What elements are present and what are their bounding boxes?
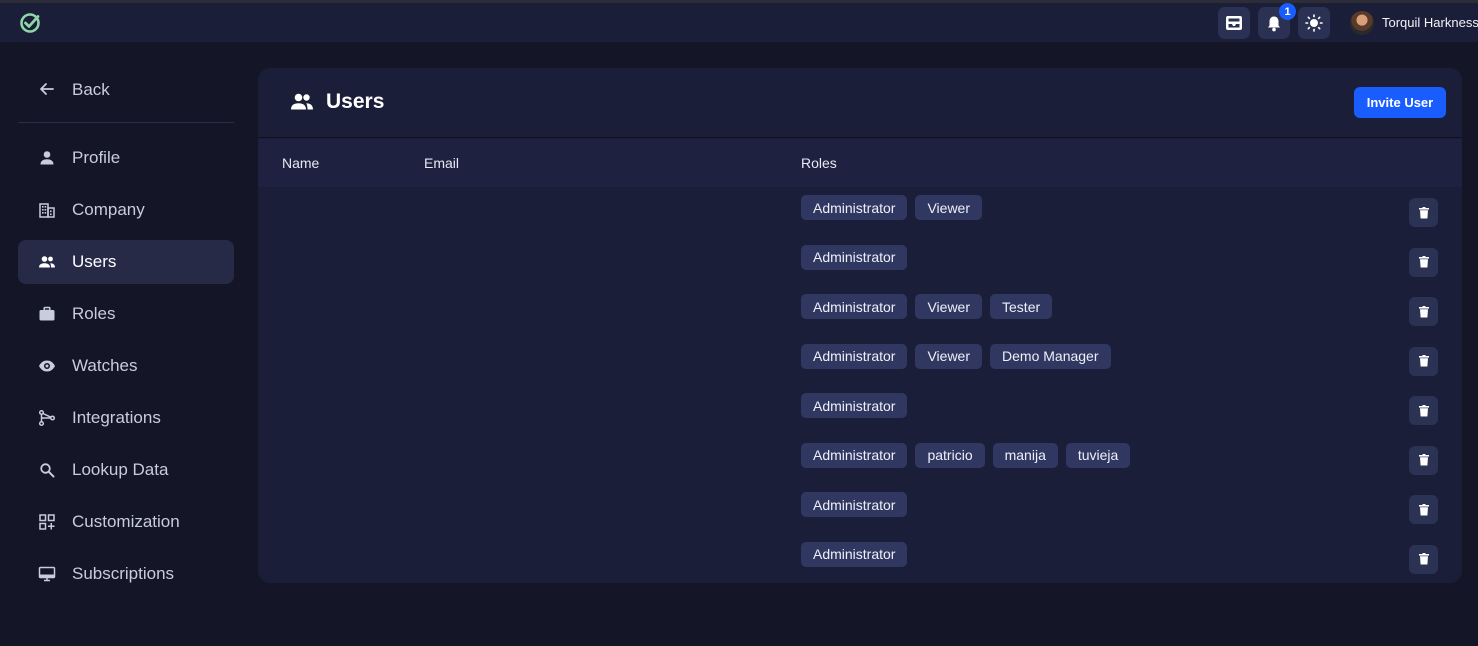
theme-toggle-button[interactable]: [1298, 7, 1330, 39]
sidebar-item-label: Integrations: [72, 408, 161, 427]
table-row: Administrator patricio manija tuvieja: [258, 435, 1462, 484]
person-icon: [40, 151, 54, 165]
sidebar-item-label: Watches: [72, 356, 138, 375]
roles-cell: Administrator: [801, 492, 908, 517]
trash-icon: [1418, 256, 1429, 268]
table-header: Name Email Roles: [258, 139, 1462, 187]
sidebar-item-company[interactable]: Company: [18, 188, 234, 232]
table-row: Administrator Viewer: [258, 187, 1462, 236]
sun-icon: [1305, 14, 1323, 32]
integrations-icon: [38, 409, 56, 427]
table-row: Administrator: [258, 484, 1462, 533]
role-chip: Viewer: [915, 195, 983, 220]
trash-icon: [1418, 206, 1429, 219]
sidebar-item-users[interactable]: Users: [18, 240, 234, 284]
sidebar-item-label: Lookup Data: [72, 460, 169, 479]
users-card: Users Invite User Name Email Roles Admin…: [258, 68, 1462, 583]
table-row: Administrator Viewer Tester: [258, 286, 1462, 335]
sidebar-item-label: Subscriptions: [72, 564, 175, 583]
roles-cell: Administrator Viewer: [801, 195, 983, 220]
trash-icon: [1418, 404, 1429, 417]
delete-user-button[interactable]: [1409, 396, 1438, 425]
sidebar-item-subscriptions[interactable]: Subscriptions: [18, 552, 234, 596]
roles-cell: Administrator Viewer Demo Manager: [801, 343, 1111, 369]
sidebar-item-label: Company: [72, 200, 145, 219]
logo-check-icon[interactable]: [19, 12, 41, 34]
role-chip: Administrator: [801, 244, 908, 270]
sidebar-item-customization[interactable]: Customization: [18, 500, 234, 544]
column-header-roles: Roles: [801, 155, 837, 171]
back-button[interactable]: Back: [18, 66, 234, 112]
grid-plus-icon: [39, 514, 55, 530]
inbox-button[interactable]: [1218, 7, 1250, 39]
sidebar-item-label: Customization: [72, 512, 180, 531]
sidebar-item-profile[interactable]: Profile: [18, 136, 234, 180]
inbox-icon: [1226, 16, 1242, 30]
roles-cell: Administrator: [801, 541, 908, 567]
building-icon: [39, 203, 55, 218]
role-chip: Viewer: [915, 294, 983, 319]
roles-cell: Administrator: [801, 393, 908, 418]
delete-user-button[interactable]: [1409, 445, 1438, 475]
delete-user-button[interactable]: [1409, 297, 1438, 326]
role-chip: patricio: [915, 442, 985, 468]
roles-cell: Administrator patricio manija tuvieja: [801, 442, 1131, 468]
page-title: Users: [326, 90, 385, 113]
role-chip: Administrator: [801, 393, 908, 418]
role-chip: manija: [992, 442, 1058, 468]
table-row: Administrator: [258, 534, 1462, 583]
delete-user-button[interactable]: [1409, 495, 1438, 524]
column-header-email: Email: [424, 155, 460, 171]
trash-icon: [1418, 454, 1429, 466]
role-chip: tuvieja: [1065, 442, 1131, 468]
role-chip: Administrator: [801, 294, 908, 319]
user-name[interactable]: Torquil Harkness: [1382, 15, 1478, 30]
role-chip: Demo Manager: [990, 343, 1111, 369]
role-chip: Tester: [990, 294, 1053, 319]
invite-user-button[interactable]: Invite User: [1354, 87, 1446, 118]
role-chip: Viewer: [915, 343, 983, 369]
briefcase-icon: [39, 306, 55, 321]
delete-user-button[interactable]: [1409, 198, 1438, 227]
sidebar-item-integrations[interactable]: Integrations: [18, 396, 234, 440]
table-row: Administrator Viewer Demo Manager: [258, 336, 1462, 385]
table-row: Administrator: [258, 237, 1462, 286]
role-chip: Administrator: [801, 541, 908, 567]
sidebar-item-label: Users: [72, 252, 117, 271]
role-chip: Administrator: [801, 195, 908, 220]
back-label: Back: [72, 80, 110, 99]
sidebar-item-roles[interactable]: Roles: [18, 292, 234, 336]
sidebar-item-label: Profile: [72, 148, 121, 167]
users-icon: [39, 256, 55, 268]
sidebar-item-watches[interactable]: Watches: [18, 344, 234, 388]
role-chip: Administrator: [801, 492, 908, 517]
roles-cell: Administrator: [801, 244, 908, 270]
column-header-name: Name: [282, 155, 320, 171]
monitor-icon: [38, 566, 56, 582]
trash-icon: [1418, 553, 1429, 565]
arrow-left-icon: [40, 83, 54, 95]
users-icon: [291, 93, 313, 110]
trash-icon: [1418, 305, 1429, 318]
trash-icon: [1418, 503, 1429, 516]
eye-icon: [39, 360, 55, 372]
avatar[interactable]: [1350, 11, 1374, 35]
card-header: Users Invite User: [258, 68, 1462, 138]
delete-user-button[interactable]: [1409, 346, 1438, 376]
table-row: Administrator: [258, 385, 1462, 434]
sidebar-item-lookup-data[interactable]: Lookup Data: [18, 448, 234, 492]
bell-icon: [1268, 16, 1280, 31]
search-icon: [40, 463, 55, 478]
role-chip: Administrator: [801, 442, 908, 468]
notifications-button[interactable]: 1: [1258, 3, 1296, 39]
sidebar-divider: [18, 122, 234, 123]
roles-cell: Administrator Viewer Tester: [801, 294, 1053, 319]
notification-badge: 1: [1279, 3, 1296, 20]
role-chip: Administrator: [801, 343, 908, 369]
trash-icon: [1418, 355, 1429, 367]
delete-user-button[interactable]: [1409, 247, 1438, 277]
delete-user-button[interactable]: [1409, 544, 1438, 574]
sidebar-item-label: Roles: [72, 304, 116, 323]
top-bar: 1 Torquil Harkness: [0, 3, 1478, 42]
